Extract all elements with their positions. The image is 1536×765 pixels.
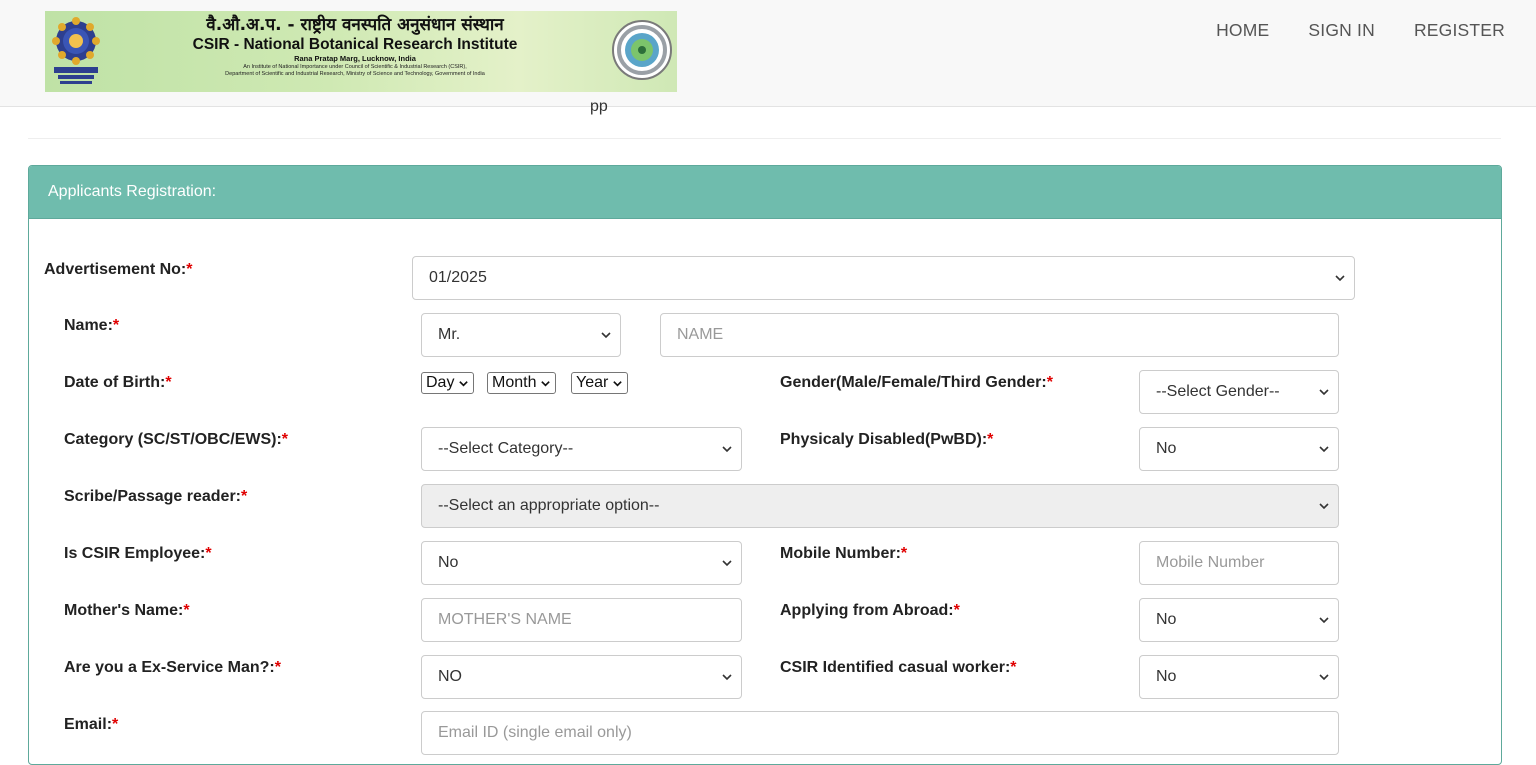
- casual-worker-label: CSIR Identified casual worker:*: [780, 659, 1017, 676]
- gender-value: --Select Gender--: [1156, 383, 1280, 400]
- nav-register-link[interactable]: REGISTER: [1406, 20, 1536, 40]
- chevron-down-icon: [540, 378, 551, 389]
- name-label: Name:*: [64, 317, 120, 334]
- banner-hindi-title: वै.औ.अ.प. - राष्ट्रीय वनस्पति अनुसंधान स…: [206, 15, 504, 35]
- chevron-down-icon: [1318, 443, 1330, 455]
- banner-text: वै.औ.अ.प. - राष्ट्रीय वनस्पति अनुसंधान स…: [105, 15, 605, 78]
- dob-day-select[interactable]: Day: [421, 372, 475, 394]
- dob-year-value: Year: [576, 374, 609, 391]
- abroad-value: No: [1156, 611, 1177, 628]
- email-label: Email:*: [64, 716, 119, 733]
- institute-banner[interactable]: वै.औ.अ.प. - राष्ट्रीय वनस्पति अनुसंधान स…: [45, 11, 677, 92]
- gender-label: Gender(Male/Female/Third Gender:*: [780, 374, 1053, 391]
- mother-name-input[interactable]: MOTHER'S NAME: [421, 598, 742, 642]
- panel-title: Applicants Registration:: [29, 166, 1501, 219]
- chevron-down-icon: [600, 329, 612, 341]
- advertisement-label: Advertisement No:*: [44, 261, 193, 278]
- pwbd-label: Physicaly Disabled(PwBD):*: [780, 431, 994, 448]
- gender-select[interactable]: --Select Gender--: [1139, 370, 1339, 414]
- pwbd-select[interactable]: No: [1139, 427, 1339, 471]
- banner-line-1: An Institute of National Importance unde…: [243, 64, 467, 70]
- nav-sign-in-link[interactable]: SIGN IN: [1300, 20, 1406, 40]
- csir-employee-label: Is CSIR Employee:*: [64, 545, 212, 562]
- scribe-label: Scribe/Passage reader:*: [64, 488, 248, 505]
- nav-links: HOME SIGN IN REGISTER: [1208, 20, 1536, 40]
- nbri-seal-icon: [611, 19, 673, 81]
- chevron-down-icon: [721, 557, 733, 569]
- casual-worker-select[interactable]: No: [1139, 655, 1339, 699]
- banner-address: Rana Pratap Marg, Lucknow, India: [294, 54, 416, 63]
- dob-day-value: Day: [426, 374, 455, 391]
- chevron-down-icon: [612, 378, 623, 389]
- csir-employee-select[interactable]: No: [421, 541, 742, 585]
- scribe-select[interactable]: --Select an appropriate option--: [421, 484, 1339, 528]
- banner-title: CSIR - National Botanical Research Insti…: [192, 36, 518, 53]
- category-label: Category (SC/ST/OBC/EWS):*: [64, 431, 289, 448]
- ex-service-value: NO: [438, 668, 462, 685]
- chevron-down-icon: [1334, 272, 1346, 284]
- top-navbar: वै.औ.अ.प. - राष्ट्रीय वनस्पति अनुसंधान स…: [0, 0, 1536, 107]
- chevron-down-icon: [1318, 386, 1330, 398]
- category-value: --Select Category--: [438, 440, 574, 457]
- chevron-down-icon: [721, 671, 733, 683]
- ex-service-label: Are you a Ex-Service Man?:*: [64, 659, 281, 676]
- dob-year-select[interactable]: Year: [571, 372, 629, 394]
- category-select[interactable]: --Select Category--: [421, 427, 742, 471]
- dob-month-select[interactable]: Month: [487, 372, 557, 394]
- divider: [28, 138, 1501, 139]
- dob-label: Date of Birth:*: [64, 374, 172, 391]
- chevron-down-icon: [1318, 671, 1330, 683]
- banner-line-2: Department of Scientific and Industrial …: [225, 71, 485, 77]
- name-title-value: Mr.: [438, 326, 461, 343]
- abroad-select[interactable]: No: [1139, 598, 1339, 642]
- scribe-value: --Select an appropriate option--: [438, 497, 660, 514]
- pwbd-value: No: [1156, 440, 1177, 457]
- name-title-select[interactable]: Mr.: [421, 313, 621, 357]
- csir-employee-value: No: [438, 554, 459, 571]
- email-input[interactable]: Email ID (single email only): [421, 711, 1339, 755]
- abroad-label: Applying from Abroad:*: [780, 602, 960, 619]
- chevron-down-icon: [721, 443, 733, 455]
- chevron-down-icon: [1318, 500, 1330, 512]
- nav-home-link[interactable]: HOME: [1208, 20, 1300, 40]
- partially-hidden-text: pp: [590, 98, 608, 115]
- name-input[interactable]: NAME: [660, 313, 1339, 357]
- mobile-placeholder: Mobile Number: [1156, 554, 1265, 571]
- mobile-label: Mobile Number:*: [780, 545, 908, 562]
- name-placeholder: NAME: [677, 326, 724, 343]
- email-placeholder: Email ID (single email only): [438, 724, 632, 741]
- mobile-input[interactable]: Mobile Number: [1139, 541, 1339, 585]
- ex-service-select[interactable]: NO: [421, 655, 742, 699]
- mother-name-placeholder: MOTHER'S NAME: [438, 611, 572, 628]
- advertisement-select[interactable]: 01/2025: [412, 256, 1355, 300]
- chevron-down-icon: [1318, 614, 1330, 626]
- mother-name-label: Mother's Name:*: [64, 602, 190, 619]
- chevron-down-icon: [458, 378, 469, 389]
- csir-emblem-icon: [50, 15, 102, 87]
- casual-worker-value: No: [1156, 668, 1177, 685]
- dob-month-value: Month: [492, 374, 537, 391]
- advertisement-value: 01/2025: [429, 269, 487, 286]
